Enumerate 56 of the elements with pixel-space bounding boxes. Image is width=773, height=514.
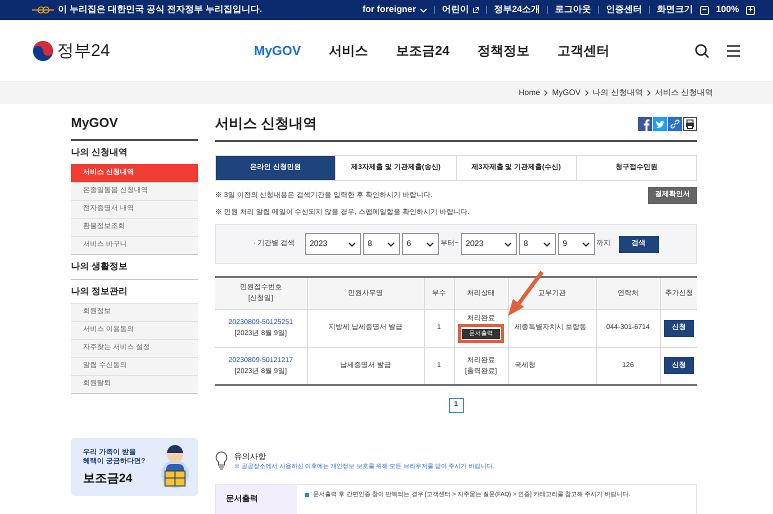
search-icon[interactable] [695,44,709,58]
facebook-icon[interactable] [638,116,652,130]
banner-title: 보조금24 [83,470,134,486]
menu-icon[interactable] [727,44,740,56]
chevron-down-icon [542,242,551,246]
link-icon[interactable] [668,116,682,130]
sidebar-section[interactable]: 나의 신청내역 [71,140,198,164]
eg-logo-icon [32,6,54,14]
nav-link[interactable]: 서비스 [328,40,368,60]
caution-title: 유의사항 [234,451,267,463]
breadcrumb-link[interactable]: Home [518,87,540,99]
nav-link[interactable]: 고객센터 [557,40,610,60]
chevron-down-icon [582,242,590,246]
notice-text: 이 누리집은 대한민국 공식 전자정부 누리집입니다. [58,3,262,16]
chevron-right-icon [646,90,651,96]
zoom-out-button[interactable]: − [700,6,709,14]
select-field[interactable]: 9 [558,233,595,255]
logo-text: 정부24 [57,40,110,62]
top-link[interactable]: for foreigner [362,3,427,17]
chevron-down-icon [420,8,427,12]
bullet-icon [305,493,309,497]
top-link[interactable]: 정부24소개 [494,3,540,17]
breadcrumb-link[interactable]: 서비스 신청내역 [654,87,713,99]
top-link[interactable]: 로그아웃 [554,3,591,17]
select-field[interactable]: 8 [362,233,400,255]
nav-link[interactable]: MyGOV [254,40,301,60]
select-field[interactable]: 8 [518,233,556,255]
chevron-right-icon [584,90,589,96]
person-with-gift-drawing [160,444,190,490]
info-label: 문서출력 [216,485,297,514]
page-title-text: 서비스 신청내역 [215,114,317,133]
breadcrumb-link[interactable]: 나의 신청내역 [592,87,643,99]
twitter-icon[interactable] [653,116,667,130]
top-link[interactable]: 인증센터 [606,3,642,17]
chevron-down-icon [386,242,395,246]
select-field[interactable]: 2023 [304,233,361,255]
top-link[interactable]: 어린이 [442,3,479,17]
zoom-in-button[interactable]: + [746,6,755,14]
chevron-right-icon [544,90,548,96]
sidebar-section[interactable]: 나의 생활정보 [71,255,198,278]
taegeuk-logo-icon [33,40,53,60]
print-icon[interactable] [683,116,697,130]
nav-link[interactable]: 정책정보 [477,40,530,60]
zoom-label: 화면크기 [656,3,693,16]
sidebar-title: MyGOV [71,113,198,140]
sidebar-section[interactable]: 나의 정보관리 [71,280,198,303]
zoom-value: 100% [716,3,739,16]
chevron-down-icon [426,242,434,246]
nav-link[interactable]: 보조금24 [396,40,450,60]
select-field[interactable]: 2023 [460,233,517,255]
select-field[interactable]: 6 [402,233,439,255]
external-link-icon [472,7,479,13]
chevron-down-icon [504,242,512,246]
lightbulb-icon [215,451,228,470]
breadcrumb-link[interactable]: MyGOV [552,87,581,99]
chevron-down-icon [348,242,356,246]
